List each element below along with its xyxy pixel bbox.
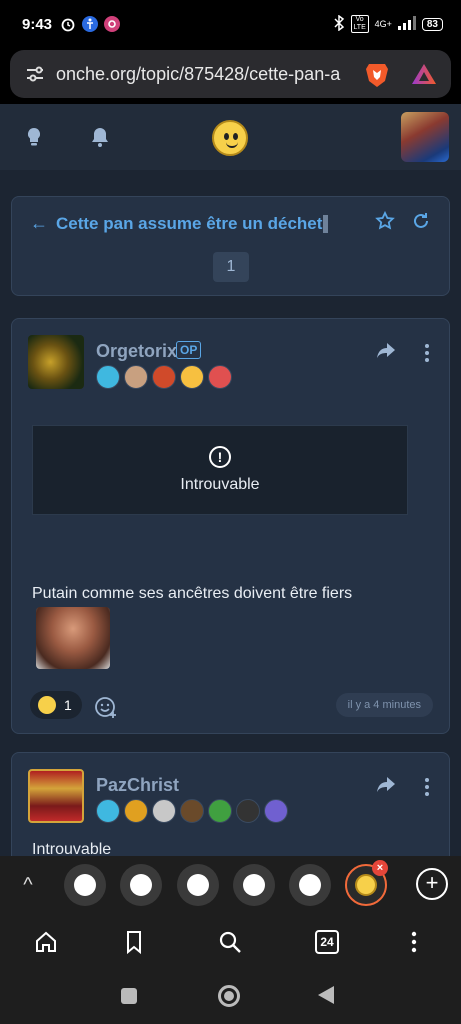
- site-header: [0, 104, 461, 170]
- refresh-icon[interactable]: [411, 211, 431, 236]
- status-bar: 9:43 Vo LTE 4G+ 83: [0, 0, 461, 48]
- reaction-count: 1: [64, 697, 72, 713]
- post-author-avatar[interactable]: [28, 335, 84, 389]
- logo-eye-right: [233, 133, 238, 140]
- post-card: PazChrist Introuvable: [11, 752, 450, 856]
- bluetooth-icon: [333, 14, 345, 34]
- embed-status-text: Introuvable: [180, 476, 260, 493]
- reaction-button[interactable]: 1: [30, 691, 82, 719]
- badge-icon: [96, 365, 120, 389]
- chevron-up-icon[interactable]: ^: [16, 874, 40, 897]
- badge-icon: [124, 365, 148, 389]
- tab-favicon-icon: [130, 874, 152, 896]
- badge-icon: [152, 365, 176, 389]
- home-icon[interactable]: [32, 928, 60, 956]
- sticker-image: [36, 607, 110, 669]
- post-username[interactable]: PazChrist: [96, 775, 179, 796]
- volte-icon: Vo LTE: [350, 15, 369, 33]
- tab-favicon-icon: [187, 874, 209, 896]
- url-text[interactable]: onche.org/topic/875428/cette-pan-a: [56, 64, 351, 85]
- user-badges: [96, 365, 232, 389]
- tab-favicon-icon: [243, 874, 265, 896]
- tab-count-button[interactable]: 24: [315, 930, 339, 954]
- share-arrow-icon[interactable]: [375, 341, 397, 364]
- tab-favicon-icon: [74, 874, 96, 896]
- logo-eye-left: [224, 133, 229, 140]
- browser-address-bar[interactable]: onche.org/topic/875428/cette-pan-a: [10, 50, 451, 98]
- user-avatar[interactable]: [401, 112, 449, 162]
- back-triangle-icon[interactable]: [318, 986, 334, 1004]
- badge-icon: [152, 799, 176, 823]
- post-body-text: Putain comme ses ancêtres doivent être f…: [32, 585, 353, 602]
- add-reaction-icon[interactable]: [94, 695, 118, 719]
- site-settings-icon[interactable]: [24, 63, 46, 85]
- home-button-icon[interactable]: [218, 985, 240, 1007]
- app-notification-icon: [104, 16, 121, 32]
- topic-title[interactable]: Cette pan assume être un déchet: [56, 214, 329, 234]
- status-time: 9:43: [22, 15, 53, 33]
- share-arrow-icon[interactable]: [375, 775, 397, 798]
- badge-icon: [208, 799, 232, 823]
- tab-thumbnail[interactable]: [64, 864, 106, 906]
- new-tab-plus-icon[interactable]: +: [416, 868, 448, 900]
- tab-thumbnail[interactable]: [120, 864, 162, 906]
- post-card: Orgetorix OP ! Introuvable Putain comme …: [11, 318, 450, 734]
- tab-favicon-icon: [355, 874, 377, 896]
- network-type: 4G+: [374, 19, 392, 29]
- system-navigation-bar: [0, 970, 461, 1024]
- post-username[interactable]: Orgetorix: [96, 341, 177, 362]
- post-menu-icon[interactable]: [425, 343, 429, 362]
- recent-apps-icon[interactable]: [121, 988, 137, 1004]
- user-badges: [96, 799, 288, 823]
- pagination-page-1[interactable]: 1: [213, 252, 249, 282]
- tab-thumbnail[interactable]: [289, 864, 331, 906]
- badge-icon: [180, 799, 204, 823]
- badge-icon: [124, 799, 148, 823]
- alarm-icon: [60, 16, 76, 32]
- alert-circle-icon: !: [209, 446, 231, 468]
- post-menu-icon[interactable]: [425, 777, 429, 796]
- notifications-bell-icon[interactable]: [88, 125, 112, 149]
- back-arrow-icon[interactable]: ←: [30, 213, 48, 234]
- brave-rewards-icon[interactable]: [411, 61, 437, 87]
- search-icon[interactable]: [216, 928, 244, 956]
- tab-thumbnail[interactable]: [233, 864, 275, 906]
- battery-indicator: 83: [421, 17, 443, 31]
- text-cursor: [323, 215, 329, 234]
- favorite-star-icon[interactable]: [375, 210, 395, 236]
- tab-thumbnail[interactable]: [177, 864, 219, 906]
- bookmark-icon[interactable]: [120, 928, 148, 956]
- topic-header-card: ← Cette pan assume être un déchet 1: [11, 196, 450, 296]
- browser-tab-strip: ^ × +: [0, 856, 461, 914]
- status-notification-icons: [60, 16, 121, 32]
- more-menu-icon[interactable]: [400, 928, 428, 956]
- signal-icon: [397, 15, 416, 33]
- web-page: ← Cette pan assume être un déchet 1 Orge…: [0, 104, 461, 856]
- post-body-text: Introuvable: [32, 841, 112, 856]
- tab-favicon-icon: [299, 874, 321, 896]
- badge-icon: [180, 365, 204, 389]
- status-system-icons: Vo LTE 4G+ 83: [333, 14, 443, 34]
- badge-icon: [264, 799, 288, 823]
- accessibility-icon: [82, 16, 99, 32]
- badge-icon: [96, 799, 120, 823]
- badge-icon: [236, 799, 260, 823]
- logo-mouth: [226, 142, 238, 148]
- site-logo[interactable]: [212, 120, 248, 156]
- browser-bottom-toolbar: 24: [0, 914, 461, 970]
- embed-not-found: ! Introuvable: [32, 425, 408, 515]
- post-author-avatar[interactable]: [28, 769, 84, 823]
- close-tab-icon[interactable]: ×: [372, 860, 388, 876]
- badge-icon: [208, 365, 232, 389]
- lightbulb-icon[interactable]: [22, 125, 46, 149]
- post-timestamp: il y a 4 minutes: [335, 693, 433, 717]
- brave-shields-icon[interactable]: [363, 60, 391, 88]
- op-badge: OP: [176, 341, 202, 359]
- laughing-emoji-icon: [38, 696, 56, 714]
